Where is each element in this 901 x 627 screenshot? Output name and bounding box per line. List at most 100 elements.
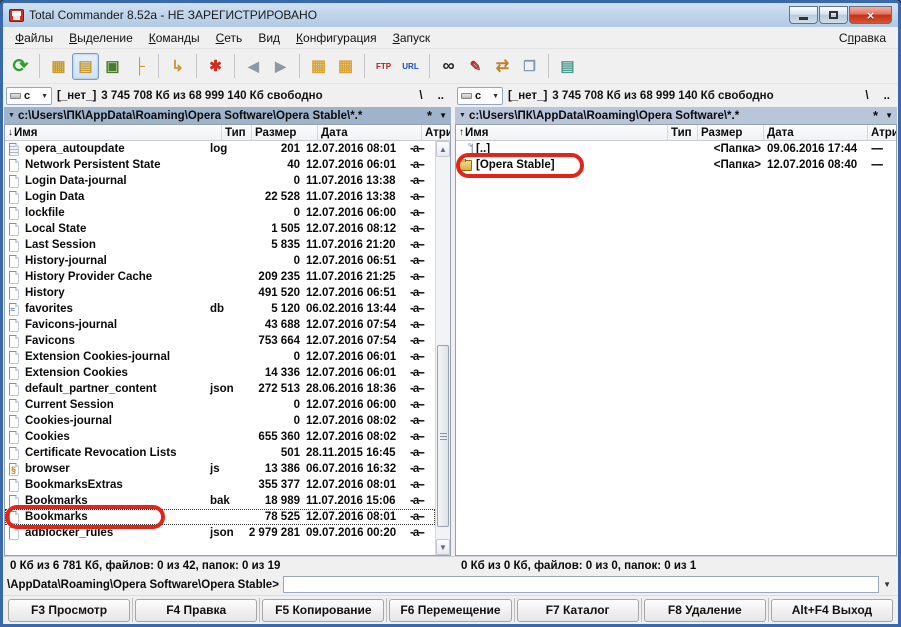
left-up-button[interactable]: ..: [433, 89, 449, 103]
menu-item-выделение[interactable]: Выделение: [61, 29, 141, 47]
compare-icon[interactable]: ❐: [516, 53, 543, 80]
command-history-icon[interactable]: ▼: [883, 580, 894, 589]
file-row[interactable]: lockfile012.07.2016 06:00-a--: [5, 205, 435, 221]
left-header-date[interactable]: Дата: [318, 125, 422, 140]
thumbnails-view-icon[interactable]: ▣: [99, 53, 126, 80]
fn-button-f8[interactable]: F8 Удаление: [644, 599, 766, 622]
right-drive-combo[interactable]: c ▼: [457, 87, 503, 105]
right-root-button[interactable]: \: [860, 89, 873, 103]
right-header-name[interactable]: ↑Имя: [456, 125, 668, 140]
scroll-down-icon[interactable]: ▼: [436, 539, 450, 555]
right-filter-button[interactable]: *: [873, 108, 878, 123]
menu-item-файлы[interactable]: Файлы: [7, 29, 61, 47]
menu-item-запуск[interactable]: Запуск: [385, 29, 439, 47]
file-attr: -a--: [407, 495, 435, 507]
minimize-button[interactable]: [789, 6, 818, 24]
scroll-up-icon[interactable]: ▲: [436, 141, 450, 157]
path-history-icon[interactable]: ▼: [459, 112, 466, 119]
brief-view-icon[interactable]: ▦: [45, 53, 72, 80]
left-drive-combo[interactable]: c ▼: [6, 87, 52, 105]
left-filter-button[interactable]: *: [427, 108, 432, 123]
right-up-button[interactable]: ..: [879, 89, 895, 103]
refresh-icon[interactable]: ⟳: [7, 53, 34, 80]
file-row[interactable]: History491 52012.07.2016 06:51-a--: [5, 285, 435, 301]
left-header-attr[interactable]: Атрибуты: [422, 125, 450, 140]
file-row[interactable]: Certificate Revocation Lists50128.11.201…: [5, 445, 435, 461]
right-path-bar[interactable]: ▼ c:\Users\ПК\AppData\Roaming\Opera Soft…: [455, 107, 897, 124]
left-path-bar[interactable]: ▼ c:\Users\ПК\AppData\Roaming\Opera Soft…: [4, 107, 451, 124]
doc-file-icon: [5, 351, 22, 364]
menu-item-сеть[interactable]: Сеть: [208, 29, 251, 47]
left-root-button[interactable]: \: [414, 89, 427, 103]
file-row[interactable]: Extension Cookies-journal012.07.2016 06:…: [5, 349, 435, 365]
maximize-button[interactable]: [819, 6, 848, 24]
fn-button-f3[interactable]: F3 Просмотр: [8, 599, 130, 622]
right-drive-label[interactable]: [_нет_]: [508, 90, 547, 102]
ftp-connect-icon[interactable]: FTP: [370, 53, 397, 80]
sync-dirs-icon[interactable]: ⇄: [489, 53, 516, 80]
file-row[interactable]: Bookmarksbak18 98911.07.2016 15:06-a--: [5, 493, 435, 509]
file-row[interactable]: Favicons-journal43 68812.07.2016 07:54-a…: [5, 317, 435, 333]
full-view-icon[interactable]: ▤: [72, 53, 99, 80]
fn-button-f6[interactable]: F6 Перемещение: [389, 599, 511, 622]
menu-item-конфигурация[interactable]: Конфигурация: [288, 29, 385, 47]
file-row[interactable]: favoritesdb5 12006.02.2016 13:44-a--: [5, 301, 435, 317]
unpack-icon[interactable]: ▦: [332, 53, 359, 80]
db-file-icon: [5, 303, 22, 316]
close-button[interactable]: ×: [849, 6, 892, 24]
file-row[interactable]: Current Session012.07.2016 06:00-a--: [5, 397, 435, 413]
path-history-icon[interactable]: ▼: [8, 112, 15, 119]
file-row[interactable]: Login Data-journal011.07.2016 13:38-a--: [5, 173, 435, 189]
file-row[interactable]: opera_autoupdatelog20112.07.2016 08:01-a…: [5, 141, 435, 157]
notepad-icon[interactable]: ▤: [554, 53, 581, 80]
left-header-type[interactable]: Тип: [222, 125, 252, 140]
left-scrollbar[interactable]: ▲ ▼: [435, 141, 450, 555]
command-input[interactable]: [283, 576, 879, 593]
file-row[interactable]: [Opera Stable]<Папка>12.07.2016 08:40---…: [456, 157, 896, 173]
left-drive-label[interactable]: [_нет_]: [57, 90, 96, 102]
fn-button-alt-f4[interactable]: Alt+F4 Выход: [771, 599, 893, 622]
right-header-size[interactable]: Размер: [698, 125, 764, 140]
file-row[interactable]: default_partner_contentjson272 51328.06.…: [5, 381, 435, 397]
file-row[interactable]: browserjs13 38606.07.2016 16:32-a--: [5, 461, 435, 477]
branch-view-icon[interactable]: ↳: [164, 53, 191, 80]
file-row[interactable]: Extension Cookies14 33612.07.2016 06:01-…: [5, 365, 435, 381]
file-row[interactable]: Favicons753 66412.07.2016 07:54-a--: [5, 333, 435, 349]
right-header-attr[interactable]: Атрибуты: [868, 125, 896, 140]
fn-button-f7[interactable]: F7 Каталог: [517, 599, 639, 622]
menu-item-команды[interactable]: Команды: [141, 29, 208, 47]
file-row[interactable]: [..]<Папка>09.06.2016 17:44----: [456, 141, 896, 157]
fn-button-f4[interactable]: F4 Правка: [135, 599, 257, 622]
fn-button-f5[interactable]: F5 Копирование: [262, 599, 384, 622]
menu-item-help[interactable]: Справка: [831, 29, 894, 47]
file-row[interactable]: Login Data22 52811.07.2016 13:38-a--: [5, 189, 435, 205]
file-row[interactable]: Cookies655 36012.07.2016 08:02-a--: [5, 429, 435, 445]
file-row[interactable]: Bookmarks78 52512.07.2016 08:01-a--: [5, 509, 435, 525]
left-header-name[interactable]: ↓Имя: [5, 125, 222, 140]
scrollbar-thumb[interactable]: [437, 345, 449, 527]
tree-view-icon[interactable]: ├: [126, 53, 153, 80]
file-row[interactable]: adblocker_rulesjson2 979 28109.07.2016 0…: [5, 525, 435, 541]
pack-icon[interactable]: ▦: [305, 53, 332, 80]
right-status-bar: 0 Кб из 0 Кб, файлов: 0 из 0, папок: 0 и…: [455, 557, 897, 574]
menu-item-вид[interactable]: Вид: [250, 29, 288, 47]
file-row[interactable]: BookmarksExtras355 37712.07.2016 08:01-a…: [5, 477, 435, 493]
left-header-size[interactable]: Размер: [252, 125, 318, 140]
ftp-url-icon[interactable]: URL: [397, 53, 424, 80]
search-icon[interactable]: ∞: [435, 53, 462, 80]
forward-icon[interactable]: ▶: [267, 53, 294, 80]
multi-rename-icon[interactable]: ✎: [462, 53, 489, 80]
right-header-date[interactable]: Дата: [764, 125, 868, 140]
left-path-dropdown-icon[interactable]: ▼: [439, 111, 447, 120]
file-row[interactable]: History-journal012.07.2016 06:51-a--: [5, 253, 435, 269]
file-size: 5 835: [237, 239, 303, 251]
file-row[interactable]: Last Session5 83511.07.2016 21:20-a--: [5, 237, 435, 253]
file-row[interactable]: Cookies-journal012.07.2016 08:02-a--: [5, 413, 435, 429]
right-path-dropdown-icon[interactable]: ▼: [885, 111, 893, 120]
select-group-icon[interactable]: ✱: [202, 53, 229, 80]
file-row[interactable]: Network Persistent State4012.07.2016 06:…: [5, 157, 435, 173]
file-row[interactable]: Local State1 50512.07.2016 08:12-a--: [5, 221, 435, 237]
back-icon[interactable]: ◀: [240, 53, 267, 80]
file-row[interactable]: History Provider Cache209 23511.07.2016 …: [5, 269, 435, 285]
right-header-type[interactable]: Тип: [668, 125, 698, 140]
